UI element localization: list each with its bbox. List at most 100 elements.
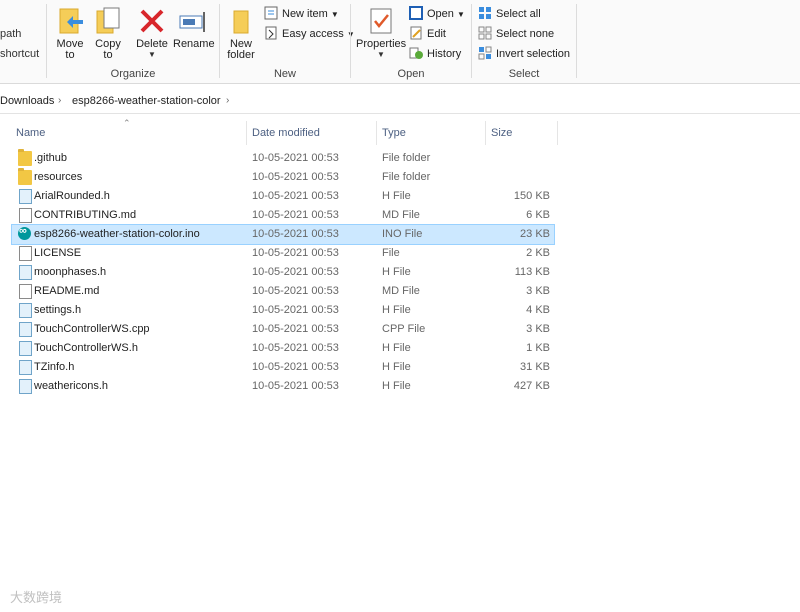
column-size[interactable]: Size xyxy=(491,127,512,139)
table-row[interactable]: settings.h 10-05-2021 00:53 H File 4 KB xyxy=(12,301,554,320)
file-size: 150 KB xyxy=(513,190,550,202)
table-row[interactable]: moonphases.h 10-05-2021 00:53 H File 113 KB xyxy=(12,263,554,282)
file-date-modified: 10-05-2021 00:53 xyxy=(252,190,339,202)
file-name: resources xyxy=(34,171,83,183)
file-name: .github xyxy=(34,152,68,164)
table-row[interactable]: TouchControllerWS.h 10-05-2021 00:53 H Fil… xyxy=(12,339,554,358)
file-name: LICENSE xyxy=(34,247,82,259)
file-type: INO File xyxy=(382,228,423,240)
file-icon xyxy=(19,208,32,223)
file-date-modified: 10-05-2021 00:53 xyxy=(252,285,339,297)
table-row[interactable]: esp8266-weather-station-color.ino 10-05-2… xyxy=(11,224,555,245)
file-date-modified: 10-05-2021 00:53 xyxy=(252,152,339,164)
file-date-modified: 10-05-2021 00:53 xyxy=(252,228,339,240)
paste-shortcut-button[interactable]: shortcut xyxy=(0,48,39,60)
file-type: H File xyxy=(382,342,411,354)
folder-icon xyxy=(18,149,32,166)
column-divider[interactable] xyxy=(557,121,558,145)
file-size: 23 KB xyxy=(520,228,550,240)
file-type: H File xyxy=(382,380,411,392)
invert-selection-icon xyxy=(478,46,492,60)
copy-to-button[interactable]: Copy to xyxy=(93,6,123,61)
chevron-down-icon: ▼ xyxy=(148,50,156,59)
table-row[interactable]: LICENSE 10-05-2021 00:53 File 2 KB xyxy=(12,244,554,263)
properties-button[interactable]: Properties ▼ xyxy=(356,6,406,59)
ribbon: path shortcut Move to Copy to Delete ▼ R… xyxy=(0,0,800,84)
breadcrumb-current-folder[interactable]: esp8266-weather-station-color xyxy=(72,95,221,107)
table-row[interactable]: weathericons.h 10-05-2021 00:53 H File 427 … xyxy=(12,377,554,396)
folder-icon xyxy=(18,168,32,185)
file-type: H File xyxy=(382,304,411,316)
chevron-down-icon: ▼ xyxy=(456,10,465,19)
sort-caret-icon: ⌃ xyxy=(123,118,131,128)
file-size: 4 KB xyxy=(526,304,550,316)
file-name: TouchControllerWS.cpp xyxy=(34,323,150,335)
new-folder-button[interactable]: New folder xyxy=(226,6,256,61)
file-size: 1 KB xyxy=(526,342,550,354)
table-row[interactable]: ArialRounded.h 10-05-2021 00:53 H File 150 … xyxy=(12,187,554,206)
organize-group: Move to Copy to Delete ▼ Rename Organize xyxy=(47,0,219,83)
column-type[interactable]: Type xyxy=(382,127,406,139)
history-button[interactable]: History xyxy=(409,45,461,63)
open-button[interactable]: Open ▼ xyxy=(409,5,465,23)
file-icon xyxy=(19,265,32,280)
file-date-modified: 10-05-2021 00:53 xyxy=(252,380,339,392)
table-row[interactable]: resources 10-05-2021 00:53 File folder xyxy=(12,168,554,187)
select-all-icon xyxy=(478,6,492,20)
file-name: TouchControllerWS.h xyxy=(34,342,138,354)
file-icon xyxy=(19,379,32,394)
breadcrumb-chevron-icon[interactable]: › xyxy=(58,95,61,106)
ribbon-separator xyxy=(576,4,577,78)
easy-access-button[interactable]: Easy access ▼ xyxy=(264,25,355,43)
file-type: MD File xyxy=(382,209,420,221)
delete-button[interactable]: Delete ▼ xyxy=(135,6,169,59)
file-date-modified: 10-05-2021 00:53 xyxy=(252,266,339,278)
column-divider[interactable] xyxy=(246,121,247,145)
new-item-button[interactable]: New item ▼ xyxy=(264,5,339,23)
table-row[interactable]: TouchControllerWS.cpp 10-05-2021 00:53 CPP… xyxy=(12,320,554,339)
select-none-icon xyxy=(478,26,492,40)
column-divider[interactable] xyxy=(485,121,486,145)
chevron-down-icon: ▼ xyxy=(377,50,385,59)
file-size: 427 KB xyxy=(513,380,550,392)
file-name: weathericons.h xyxy=(34,380,108,392)
table-row[interactable]: TZinfo.h 10-05-2021 00:53 H File 31 KB xyxy=(12,358,554,377)
select-none-button[interactable]: Select none xyxy=(478,25,554,43)
new-group-label: New xyxy=(273,68,296,80)
easy-access-icon xyxy=(264,26,278,40)
file-name: CONTRIBUTING.md xyxy=(34,209,137,221)
file-icon xyxy=(19,360,32,375)
table-row[interactable]: CONTRIBUTING.md 10-05-2021 00:53 MD File 6 … xyxy=(12,206,554,225)
table-row[interactable]: .github 10-05-2021 00:53 File folder xyxy=(12,149,554,168)
column-date-modified[interactable]: Date modified xyxy=(252,127,320,139)
new-group: New folder New item ▼ Easy access ▼ New xyxy=(220,0,355,83)
column-divider[interactable] xyxy=(376,121,377,145)
column-name[interactable]: Name xyxy=(16,127,45,139)
rename-button[interactable]: Rename xyxy=(173,6,215,50)
edit-button[interactable]: Edit xyxy=(409,25,446,43)
file-type: H File xyxy=(382,266,411,278)
file-date-modified: 10-05-2021 00:53 xyxy=(252,247,339,259)
file-icon xyxy=(19,189,32,204)
file-date-modified: 10-05-2021 00:53 xyxy=(252,209,339,221)
select-all-button[interactable]: Select all xyxy=(478,5,541,23)
breadcrumb-downloads[interactable]: Downloads xyxy=(0,95,54,107)
delete-icon xyxy=(137,6,167,36)
open-group-label: Open xyxy=(397,68,425,80)
file-date-modified: 10-05-2021 00:53 xyxy=(252,361,339,373)
open-icon xyxy=(409,6,423,20)
file-date-modified: 10-05-2021 00:53 xyxy=(252,171,339,183)
file-size: 31 KB xyxy=(520,361,550,373)
copy-path-button[interactable]: path xyxy=(0,28,21,40)
file-type: H File xyxy=(382,361,411,373)
file-type: File xyxy=(382,247,400,259)
breadcrumb: Downloads › esp8266-weather-station-colo… xyxy=(0,89,800,114)
open-group: Properties ▼ Open ▼ Edit History Open xyxy=(351,0,471,83)
file-icon xyxy=(19,322,32,337)
move-to-button[interactable]: Move to xyxy=(55,6,85,61)
table-row[interactable]: README.md 10-05-2021 00:53 MD File 3 KB xyxy=(12,282,554,301)
file-name: moonphases.h xyxy=(34,266,107,278)
file-name: esp8266-weather-station-color.ino xyxy=(34,228,200,240)
invert-selection-button[interactable]: Invert selection xyxy=(478,45,570,63)
breadcrumb-chevron-icon[interactable]: › xyxy=(226,95,229,106)
